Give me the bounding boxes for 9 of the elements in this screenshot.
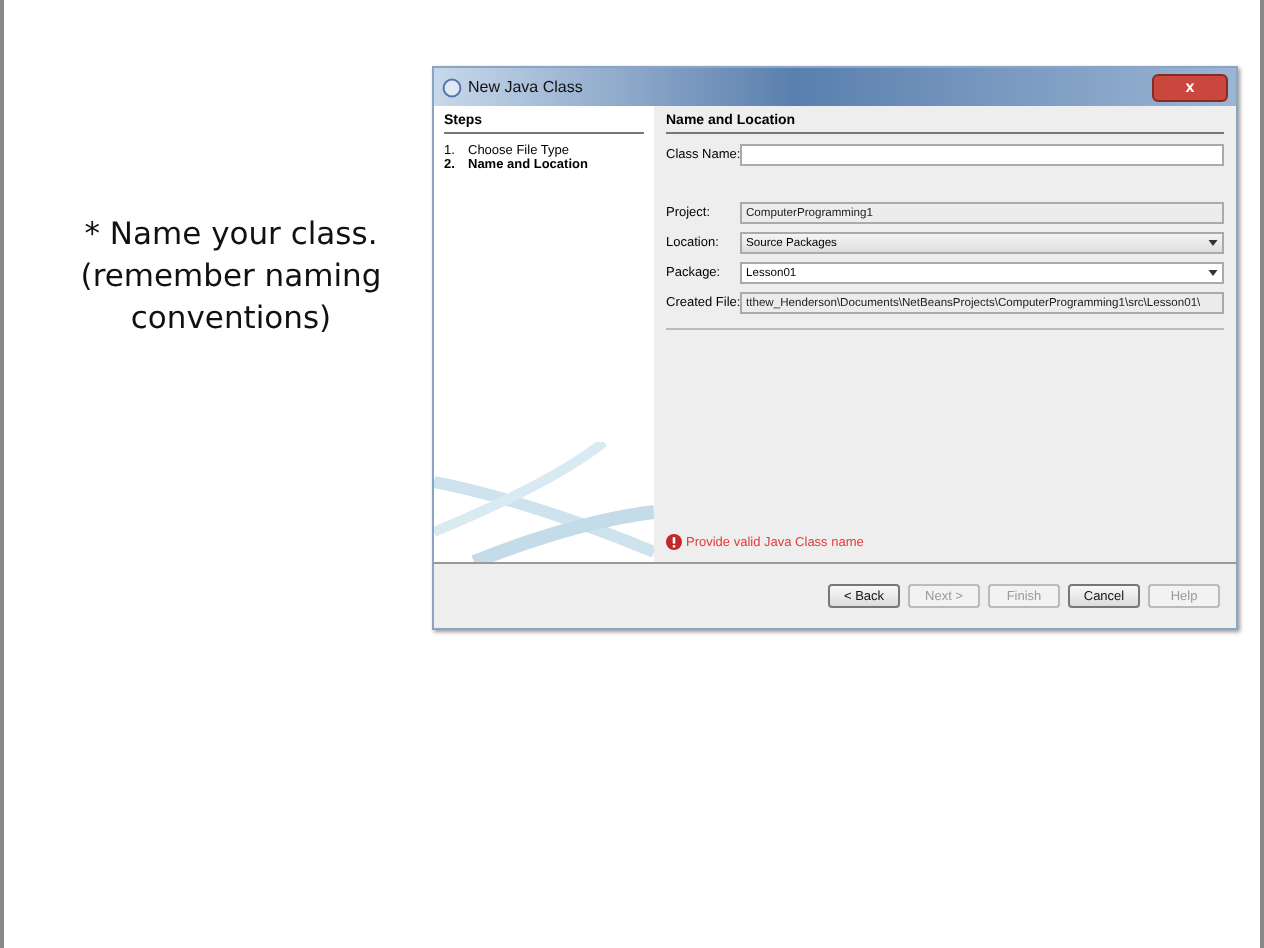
instruction-text: conventions) <box>128 298 334 340</box>
error-icon <box>666 534 682 550</box>
instruction-text: (remember naming <box>78 256 384 298</box>
window-title: New Java Class <box>468 78 585 96</box>
class-name-field[interactable] <box>740 144 1224 166</box>
caret-icon <box>1208 270 1218 276</box>
caret-icon <box>1208 240 1218 246</box>
close-button[interactable]: x <box>1152 73 1228 101</box>
instruction-text: * Name your class. <box>82 214 380 256</box>
